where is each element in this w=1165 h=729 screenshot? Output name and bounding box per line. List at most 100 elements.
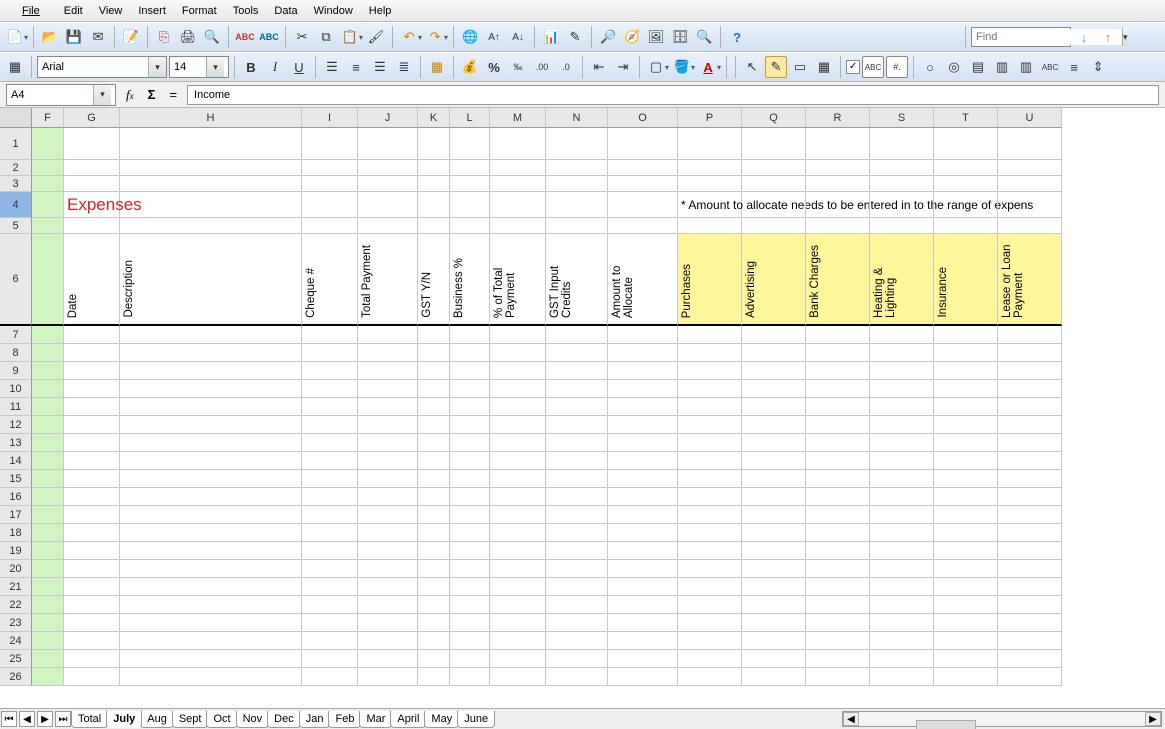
cell-Q8[interactable]	[742, 344, 806, 362]
cell-R11[interactable]	[806, 398, 870, 416]
cell-O26[interactable]	[608, 668, 678, 686]
cell-L22[interactable]	[450, 596, 490, 614]
cell-P23[interactable]	[678, 614, 742, 632]
cell-H23[interactable]	[120, 614, 302, 632]
cell-L18[interactable]	[450, 524, 490, 542]
column-header-T[interactable]: T	[934, 108, 998, 128]
cell-I12[interactable]	[302, 416, 358, 434]
cell-G6[interactable]: Date	[64, 234, 120, 326]
cell-I18[interactable]	[302, 524, 358, 542]
cell-R19[interactable]	[806, 542, 870, 560]
menu-help[interactable]: Help	[361, 3, 400, 19]
cell-K5[interactable]	[418, 218, 450, 234]
cell-H14[interactable]	[120, 452, 302, 470]
cell-J7[interactable]	[358, 326, 418, 344]
cell-F2[interactable]	[32, 160, 64, 176]
cell-T13[interactable]	[934, 434, 998, 452]
cell-L24[interactable]	[450, 632, 490, 650]
cell-N22[interactable]	[546, 596, 608, 614]
cell-F6[interactable]	[32, 234, 64, 326]
cell-R3[interactable]	[806, 176, 870, 192]
cell-T15[interactable]	[934, 470, 998, 488]
cell-I9[interactable]	[302, 362, 358, 380]
cell-R5[interactable]	[806, 218, 870, 234]
cell-N8[interactable]	[546, 344, 608, 362]
cell-F26[interactable]	[32, 668, 64, 686]
cell-L7[interactable]	[450, 326, 490, 344]
cell-K21[interactable]	[418, 578, 450, 596]
radio-control-icon[interactable]: ○	[919, 56, 941, 78]
cell-P16[interactable]	[678, 488, 742, 506]
cell-J19[interactable]	[358, 542, 418, 560]
italic-button[interactable]: I	[264, 56, 286, 78]
cell-S24[interactable]	[870, 632, 934, 650]
cell-Q21[interactable]	[742, 578, 806, 596]
sort-desc-icon[interactable]: A↓	[507, 26, 529, 48]
column-header-L[interactable]: L	[450, 108, 490, 128]
standard-format-icon[interactable]: ‰	[507, 56, 529, 78]
cell-L26[interactable]	[450, 668, 490, 686]
cell-Q12[interactable]	[742, 416, 806, 434]
cell-F3[interactable]	[32, 176, 64, 192]
cell-S8[interactable]	[870, 344, 934, 362]
cell-T4[interactable]	[934, 192, 998, 218]
num-field-icon[interactable]: #.	[886, 56, 908, 78]
cell-U12[interactable]	[998, 416, 1062, 434]
cell-G17[interactable]	[64, 506, 120, 524]
cell-O1[interactable]	[608, 128, 678, 160]
cell-U15[interactable]	[998, 470, 1062, 488]
row-header-26[interactable]: 26	[0, 668, 32, 686]
cell-F24[interactable]	[32, 632, 64, 650]
cell-J5[interactable]	[358, 218, 418, 234]
cell-R23[interactable]	[806, 614, 870, 632]
cell-N9[interactable]	[546, 362, 608, 380]
merge-cells-icon[interactable]: ▦	[426, 56, 448, 78]
cell-M6[interactable]: % of Total Payment	[490, 234, 546, 326]
cell-S6[interactable]: Heating & Lighting	[870, 234, 934, 326]
hscroll-right-icon[interactable]: ▶	[1145, 712, 1161, 726]
cell-G14[interactable]	[64, 452, 120, 470]
cell-S9[interactable]	[870, 362, 934, 380]
cell-R8[interactable]	[806, 344, 870, 362]
cell-H1[interactable]	[120, 128, 302, 160]
cell-S5[interactable]	[870, 218, 934, 234]
cell-reference-combo[interactable]: ▾	[6, 84, 116, 106]
cell-P12[interactable]	[678, 416, 742, 434]
column-header-M[interactable]: M	[490, 108, 546, 128]
combobox2-icon[interactable]: ▥	[1015, 56, 1037, 78]
row-header-20[interactable]: 20	[0, 560, 32, 578]
font-size-input[interactable]	[170, 59, 206, 75]
cell-Q22[interactable]	[742, 596, 806, 614]
column-header-K[interactable]: K	[418, 108, 450, 128]
cell-R25[interactable]	[806, 650, 870, 668]
cell-I14[interactable]	[302, 452, 358, 470]
cell-O2[interactable]	[608, 160, 678, 176]
cell-J15[interactable]	[358, 470, 418, 488]
cell-K4[interactable]	[418, 192, 450, 218]
cell-G16[interactable]	[64, 488, 120, 506]
cell-J14[interactable]	[358, 452, 418, 470]
cell-G1[interactable]	[64, 128, 120, 160]
cell-H9[interactable]	[120, 362, 302, 380]
design-mode-icon[interactable]: ✎	[765, 56, 787, 78]
row-header-11[interactable]: 11	[0, 398, 32, 416]
cell-N16[interactable]	[546, 488, 608, 506]
cell-S20[interactable]	[870, 560, 934, 578]
cell-N7[interactable]	[546, 326, 608, 344]
align-center-icon[interactable]: ≡	[345, 56, 367, 78]
cell-G3[interactable]	[64, 176, 120, 192]
hscroll-thumb[interactable]	[916, 720, 976, 729]
spellcheck-icon[interactable]: ABC	[234, 26, 256, 48]
cell-Q6[interactable]: Advertising	[742, 234, 806, 326]
cell-R1[interactable]	[806, 128, 870, 160]
cell-G4[interactable]: Expenses	[64, 192, 120, 218]
cell-H15[interactable]	[120, 470, 302, 488]
cell-H11[interactable]	[120, 398, 302, 416]
cell-M11[interactable]	[490, 398, 546, 416]
cell-I19[interactable]	[302, 542, 358, 560]
find-dropdown-icon[interactable]: ▾	[1122, 28, 1128, 46]
cell-N5[interactable]	[546, 218, 608, 234]
menu-window[interactable]: Window	[306, 3, 361, 19]
cell-J2[interactable]	[358, 160, 418, 176]
column-header-N[interactable]: N	[546, 108, 608, 128]
